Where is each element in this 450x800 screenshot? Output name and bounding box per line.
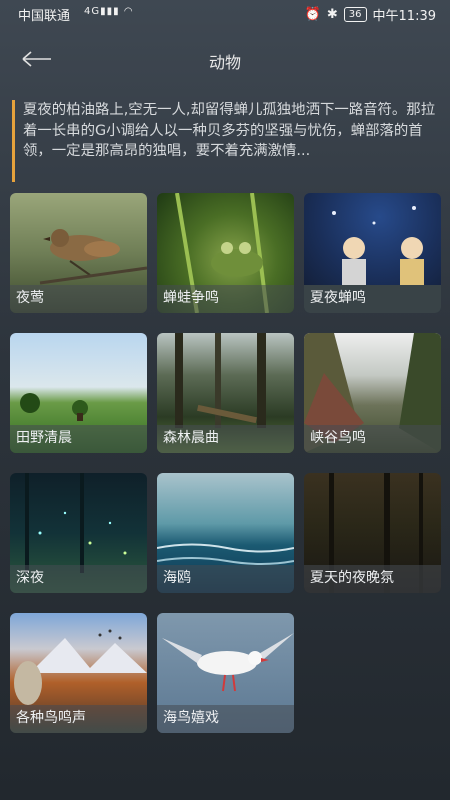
card-label: 蝉蛙争鸣: [163, 290, 219, 306]
card-label: 夜莺: [16, 290, 44, 306]
sound-card-seagull[interactable]: 海鸥: [157, 473, 294, 593]
description-text: 夏夜的柏油路上,空无一人,却留得蝉儿孤独地洒下一路音符。那拉着一长串的G小调给人…: [12, 100, 442, 182]
alarm-icon: ⏰: [304, 7, 321, 22]
nav-bar: 动物: [0, 40, 450, 80]
sound-card-summer-night[interactable]: 夏夜蝉鸣: [304, 193, 441, 313]
card-label: 夏天的夜晚氛: [310, 570, 394, 586]
sound-card-summer-evening[interactable]: 夏天的夜晚氛: [304, 473, 441, 593]
card-label: 森林晨曲: [163, 430, 219, 446]
network-type: 4G: [84, 6, 101, 17]
card-label: 海鸟嬉戏: [163, 710, 219, 726]
sound-card-seabirds-playing[interactable]: 海鸟嬉戏: [157, 613, 294, 733]
card-label: 夏夜蝉鸣: [310, 290, 366, 306]
sound-card-frog[interactable]: 蝉蛙争鸣: [157, 193, 294, 313]
sound-card-field-morning[interactable]: 田野清晨: [10, 333, 147, 453]
clock: 中午11:39: [372, 9, 436, 24]
card-label: 峡谷鸟鸣: [310, 430, 366, 446]
signal-icon: 4G▮▮▮ ◠: [84, 6, 134, 17]
card-label: 田野清晨: [16, 430, 72, 446]
sound-card-forest-morning[interactable]: 森林晨曲: [157, 333, 294, 453]
page-title: 动物: [208, 53, 241, 72]
battery-icon: 36: [343, 7, 367, 22]
status-bar: 中国联通 4G▮▮▮ ◠ ⏰ ✱ 36 中午11:39: [0, 0, 450, 28]
bluetooth-icon: ✱: [326, 7, 338, 22]
card-label: 各种鸟鸣声: [16, 710, 86, 726]
status-right: ⏰ ✱ 36 中午11:39: [305, 5, 436, 24]
sound-card-late-night[interactable]: 深夜: [10, 473, 147, 593]
carrier-label: 中国联通: [18, 9, 71, 24]
card-label: 海鸥: [163, 570, 191, 586]
sound-card-various-birds[interactable]: 各种鸟鸣声: [10, 613, 147, 733]
sound-card-nightingale[interactable]: 夜莺: [10, 193, 147, 313]
sound-card-canyon[interactable]: 峡谷鸟鸣: [304, 333, 441, 453]
card-label: 深夜: [16, 570, 44, 586]
